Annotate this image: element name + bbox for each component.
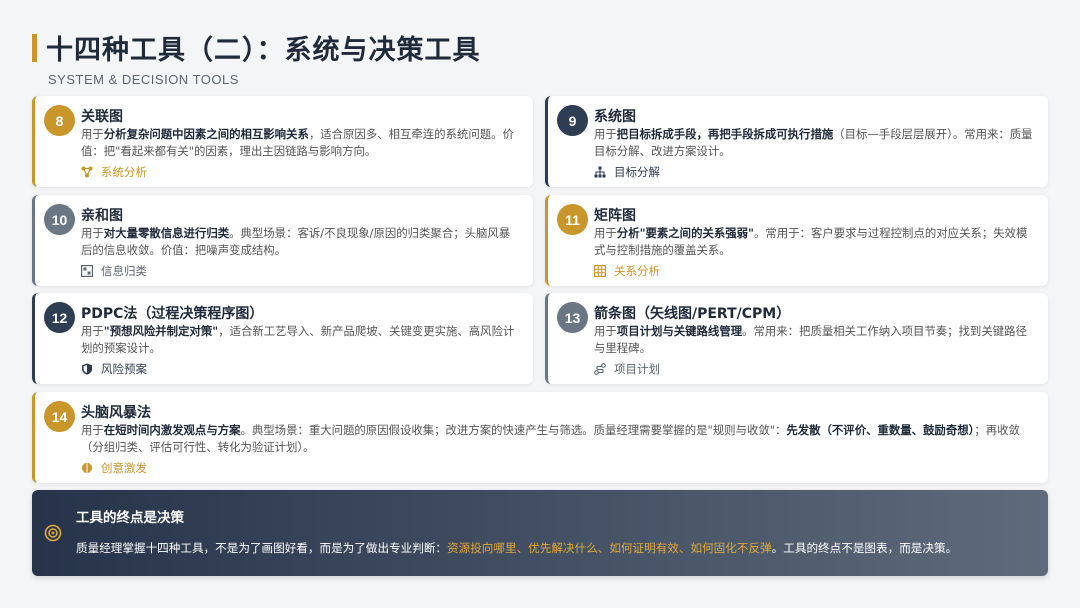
card-association-diagram: 8 关联图 用于分析复杂问题中因素之间的相互影响关系，适合原因多、相互牵连的系统… xyxy=(32,96,533,187)
card-description: 用于项目计划与关键路线管理。常用来：把质量相关工作纳入项目节奏；找到关键路径与里… xyxy=(594,324,1027,355)
card-number-badge: 13 xyxy=(557,302,588,333)
card-tag-label: 系统分析 xyxy=(101,165,147,179)
card-description: 用于分析复杂问题中因素之间的相互影响关系，适合原因多、相互牵连的系统问题。价值：… xyxy=(81,127,514,158)
card-description: 用于分析"要素之间的关系强弱"。常用于：客户要求与过程控制点的对应关系；失效模式… xyxy=(594,226,1028,257)
conclusion-text: 质量经理掌握十四种工具，不是为了画图好看，而是为了做出专业判断：资源投向哪里、优… xyxy=(76,541,958,555)
brain-icon xyxy=(81,462,93,474)
card-tag: 风险预案 xyxy=(81,361,147,377)
card-tag-label: 项目计划 xyxy=(614,362,660,376)
card-number-badge: 12 xyxy=(44,302,75,333)
card-affinity-diagram: 10 亲和图 用于对大量零散信息进行归类。典型场景：客诉/不良现象/原因的归类聚… xyxy=(32,195,533,286)
conclusion-title: 工具的终点是决策 xyxy=(76,510,184,526)
card-number-badge: 11 xyxy=(557,204,588,235)
page-title: 十四种工具（二）：系统与决策工具 xyxy=(46,35,481,66)
card-tag: 关系分析 xyxy=(594,263,660,279)
card-tag: 信息归类 xyxy=(81,263,147,279)
card-title: 箭条图（矢线图/PERT/CPM） xyxy=(594,306,791,322)
card-tag-label: 关系分析 xyxy=(614,264,660,278)
title-accent-bar xyxy=(32,34,37,62)
card-number-badge: 8 xyxy=(44,105,75,136)
card-title: 系统图 xyxy=(594,109,636,125)
card-matrix-diagram: 11 矩阵图 用于分析"要素之间的关系强弱"。常用于：客户要求与过程控制点的对应… xyxy=(545,195,1048,286)
card-tag: 目标分解 xyxy=(594,164,660,180)
hierarchy-icon xyxy=(594,166,606,178)
card-arrow-diagram: 13 箭条图（矢线图/PERT/CPM） 用于项目计划与关键路线管理。常用来：把… xyxy=(545,293,1048,384)
card-tag: 项目计划 xyxy=(594,361,660,377)
card-title: 关联图 xyxy=(81,109,123,125)
card-tag-label: 目标分解 xyxy=(614,165,660,179)
card-tag: 系统分析 xyxy=(81,164,147,180)
card-title: PDPC法（过程决策程序图） xyxy=(81,306,264,322)
route-icon xyxy=(594,363,606,375)
card-system-diagram: 9 系统图 用于把目标拆成手段，再把手段拆成可执行措施（目标—手段层层展开）。常… xyxy=(545,96,1048,187)
card-title: 矩阵图 xyxy=(594,208,636,224)
card-tag-label: 创意激发 xyxy=(101,461,147,475)
card-description: 用于把目标拆成手段，再把手段拆成可执行措施（目标—手段层层展开）。常用来：质量目… xyxy=(594,127,1033,158)
network-icon xyxy=(81,166,93,178)
group-icon xyxy=(81,265,93,277)
card-number-badge: 9 xyxy=(557,105,588,136)
card-description: 用于"预想风险并制定对策"，适合新工艺导入、新产品爬坡、关键变更实施、高风险计划… xyxy=(81,324,515,355)
conclusion-banner: 工具的终点是决策 质量经理掌握十四种工具，不是为了画图好看，而是为了做出专业判断… xyxy=(32,490,1048,576)
page-subtitle: SYSTEM & DECISION TOOLS xyxy=(48,72,239,87)
card-title: 头脑风暴法 xyxy=(81,405,151,421)
card-description: 用于在短时间内激发观点与方案。典型场景：重大问题的原因假设收集；改进方案的快速产… xyxy=(81,423,1020,454)
card-tag-label: 风险预案 xyxy=(101,362,147,376)
grid-icon xyxy=(594,265,606,277)
shield-icon xyxy=(81,363,93,375)
card-tag-label: 信息归类 xyxy=(101,264,147,278)
card-brainstorming: 14 头脑风暴法 用于在短时间内激发观点与方案。典型场景：重大问题的原因假设收集… xyxy=(32,392,1048,483)
card-tag: 创意激发 xyxy=(81,460,147,476)
card-description: 用于对大量零散信息进行归类。典型场景：客诉/不良现象/原因的归类聚合；头脑风暴后… xyxy=(81,226,511,257)
card-number-badge: 14 xyxy=(44,401,75,432)
target-icon xyxy=(44,524,62,542)
card-title: 亲和图 xyxy=(81,208,123,224)
card-number-badge: 10 xyxy=(44,204,75,235)
card-pdpc: 12 PDPC法（过程决策程序图） 用于"预想风险并制定对策"，适合新工艺导入、… xyxy=(32,293,533,384)
